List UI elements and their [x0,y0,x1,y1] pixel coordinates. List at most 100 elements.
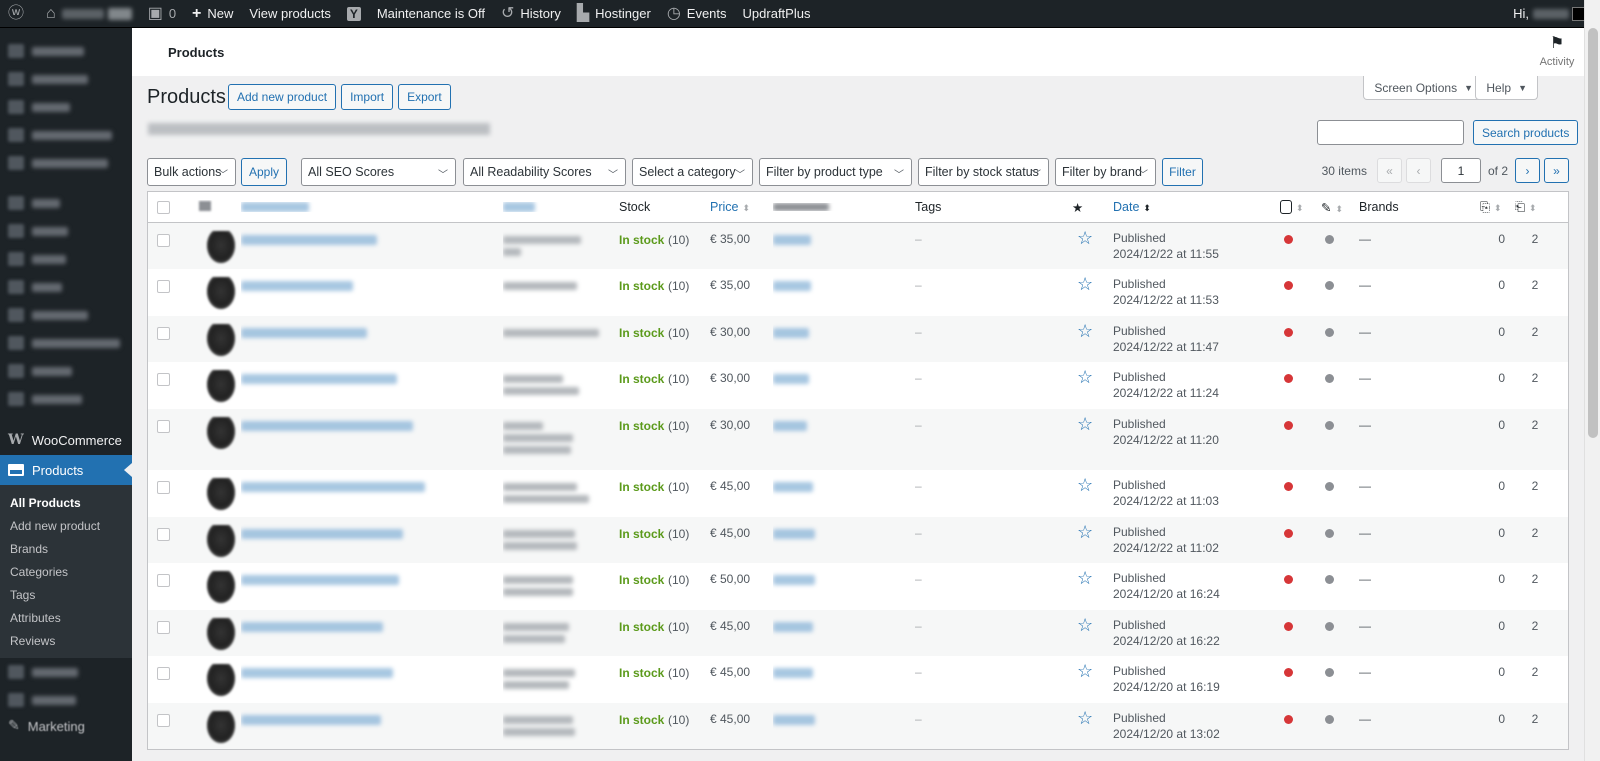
wordpress-logo-icon[interactable]: ⓦ [0,0,38,28]
featured-star-icon[interactable]: ☆ [1077,475,1093,495]
menu-item-marketing[interactable]: ✎ Marketing [0,714,132,738]
price-column-header[interactable]: Price ⬍ [710,200,773,214]
product-thumbnail[interactable] [207,324,235,356]
product-thumbnail[interactable] [207,417,235,449]
menu-item-redacted[interactable] [0,121,132,149]
product-category-link-redacted[interactable] [773,529,815,539]
status-filter-links-redacted[interactable] [148,123,490,135]
search-products-button[interactable]: Search products [1473,120,1579,145]
product-type-select[interactable]: Filter by product type ﹀ [759,158,912,186]
row-checkbox[interactable] [157,667,170,680]
product-category-link-redacted[interactable] [773,575,815,585]
product-name-link-redacted[interactable] [241,328,367,338]
yoast-menu[interactable]: Y [339,0,369,28]
menu-item-redacted[interactable] [0,658,132,686]
readability-scores-select[interactable]: All Readability Scores ﹀ [463,158,626,186]
product-name-link-redacted[interactable] [241,374,397,384]
submenu-all-products[interactable]: All Products [0,491,132,514]
new-content-link[interactable]: + New [184,0,241,28]
product-name-link-redacted[interactable] [241,421,413,431]
help-tab[interactable]: Help ▼ [1475,76,1538,100]
screen-options-tab[interactable]: Screen Options ▼ [1363,76,1484,100]
filter-button[interactable]: Filter [1162,158,1203,186]
row-checkbox[interactable] [157,280,170,293]
date-column-header[interactable]: Date ⬍ [1113,200,1280,214]
menu-item-redacted[interactable] [0,93,132,121]
product-name-link-redacted[interactable] [241,281,353,291]
product-thumbnail[interactable] [207,664,235,696]
menu-item-woocommerce[interactable]: W WooCommerce [0,425,132,455]
product-name-link-redacted[interactable] [241,482,425,492]
events-link[interactable]: ◷ Events [659,0,735,28]
featured-star-icon[interactable]: ☆ [1077,321,1093,341]
hostinger-link[interactable]: ▙ Hostinger [569,0,659,28]
page-scrollbar[interactable] [1584,0,1600,761]
product-category-link-redacted[interactable] [773,421,807,431]
product-category-link-redacted[interactable] [773,281,811,291]
product-thumbnail[interactable] [207,618,235,650]
product-thumbnail[interactable] [207,525,235,557]
product-name-link-redacted[interactable] [241,715,381,725]
submenu-attributes[interactable]: Attributes [0,606,132,629]
categories-column-header-redacted[interactable] [773,203,829,211]
updraftplus-link[interactable]: UpdraftPlus [735,0,819,28]
stock-status-select[interactable]: Filter by stock status ﹀ [918,158,1049,186]
product-thumbnail[interactable] [207,231,235,263]
menu-item-redacted[interactable] [0,357,132,385]
menu-item-redacted[interactable] [0,149,132,177]
row-checkbox[interactable] [157,528,170,541]
bulk-actions-select[interactable]: Bulk actions ﹀ [147,158,236,186]
product-name-link-redacted[interactable] [241,235,377,245]
name-column-header-redacted[interactable] [241,202,309,212]
maintenance-toggle[interactable]: Maintenance is Off [369,0,493,28]
menu-item-redacted[interactable] [0,37,132,65]
featured-star-icon[interactable]: ☆ [1077,414,1093,434]
view-products-link[interactable]: View products [241,0,338,28]
select-all-checkbox[interactable] [157,200,170,214]
history-link[interactable]: ↺ History [493,0,569,28]
menu-item-redacted[interactable] [0,301,132,329]
product-thumbnail[interactable] [207,370,235,402]
apply-button[interactable]: Apply [241,158,287,186]
submenu-brands[interactable]: Brands [0,537,132,560]
row-checkbox[interactable] [157,420,170,433]
brand-select[interactable]: Filter by brand ﹀ [1055,158,1156,186]
product-category-link-redacted[interactable] [773,374,809,384]
submenu-reviews[interactable]: Reviews [0,629,132,652]
last-page-button[interactable]: » [1544,158,1569,183]
menu-item-redacted[interactable] [0,65,132,93]
menu-item-redacted[interactable] [0,273,132,301]
featured-star-icon[interactable]: ☆ [1077,274,1093,294]
row-checkbox[interactable] [157,373,170,386]
submenu-add-new-product[interactable]: Add new product [0,514,132,537]
first-page-button[interactable]: « [1376,158,1402,183]
menu-item-redacted[interactable] [0,189,132,217]
next-page-button[interactable]: › [1515,158,1540,183]
current-page-input[interactable]: 1 [1440,158,1481,183]
product-thumbnail[interactable] [207,711,235,743]
seo-score-column-header[interactable]: ⬍ [1280,200,1321,215]
outgoing-links-column-header[interactable]: ⎘ ⬍ [1480,200,1515,215]
sku-column-header-redacted[interactable] [503,202,535,212]
add-new-product-button[interactable]: Add new product [228,84,337,110]
row-checkbox[interactable] [157,574,170,587]
featured-star-icon[interactable]: ☆ [1077,568,1093,588]
submenu-tags[interactable]: Tags [0,583,132,606]
comments-link[interactable]: ▣ 0 [140,0,184,28]
featured-star-icon[interactable]: ☆ [1077,615,1093,635]
featured-star-icon[interactable]: ☆ [1077,367,1093,387]
submenu-categories[interactable]: Categories [0,560,132,583]
export-button[interactable]: Export [398,84,451,110]
product-name-link-redacted[interactable] [241,529,403,539]
row-checkbox[interactable] [157,327,170,340]
row-checkbox[interactable] [157,481,170,494]
readability-column-header[interactable]: ✎ ⬍ [1321,200,1359,215]
featured-star-icon[interactable]: ☆ [1077,228,1093,248]
import-button[interactable]: Import [341,84,394,110]
featured-column-header[interactable]: ★ [1072,200,1113,215]
site-name-link[interactable]: ⌂ [38,0,140,28]
featured-star-icon[interactable]: ☆ [1077,708,1093,728]
row-checkbox[interactable] [157,714,170,727]
product-thumbnail[interactable] [207,277,235,309]
menu-item-redacted[interactable] [0,686,132,714]
